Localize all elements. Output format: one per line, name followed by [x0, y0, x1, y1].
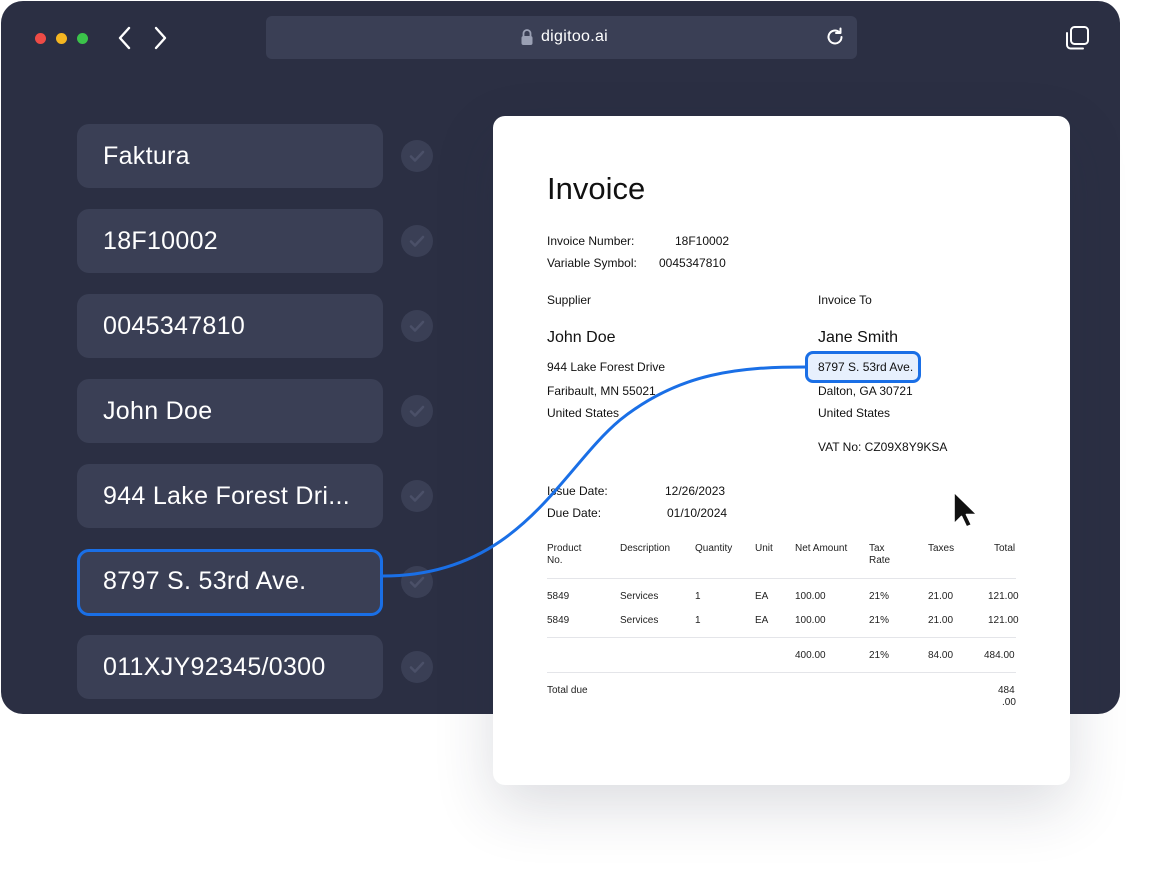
summary-tax-rate: 21% [869, 650, 890, 661]
checkmark-icon[interactable] [401, 651, 433, 683]
summary-taxes: 84.00 [928, 650, 954, 661]
reload-icon[interactable] [824, 26, 846, 48]
customer-name: Jane Smith [818, 329, 899, 346]
invoice-to-label: Invoice To [818, 293, 872, 307]
checkmark-icon[interactable] [401, 566, 433, 598]
cell-description: Services [620, 615, 659, 626]
due-date-label: Due Date: [547, 506, 602, 520]
column-header: Quantity [695, 543, 733, 554]
extracted-field-account-number[interactable]: 011XJY92345/0300 [77, 635, 383, 699]
checkmark-icon[interactable] [401, 310, 433, 342]
invoice-number-value: 18F10002 [675, 234, 730, 248]
supplier-name: John Doe [547, 329, 616, 346]
supplier-address-line2: Faribault, MN 55021 [547, 384, 656, 398]
variable-symbol-label: Variable Symbol: [547, 256, 637, 270]
cell-quantity: 1 [695, 591, 701, 602]
supplier-country: United States [547, 406, 620, 420]
total-due-value: 484 [998, 685, 1015, 696]
supplier-address-line1: 944 Lake Forest Drive [547, 360, 666, 374]
customer-vat: VAT No: CZ09X8Y9KSA [818, 440, 948, 454]
forward-chevron-icon[interactable] [148, 25, 172, 51]
url-text: digitoo.ai [540, 28, 609, 45]
cell-product: 5849 [547, 615, 570, 626]
issue-date-value: 12/26/2023 [665, 484, 726, 498]
maximize-window-button[interactable] [77, 33, 88, 44]
customer-address-line1: 8797 S. 53rd Ave. [818, 360, 914, 374]
total-due-label: Total due [547, 685, 588, 696]
extracted-field-supplier-name[interactable]: John Doe [77, 379, 383, 443]
extracted-field-invoice-number[interactable]: 18F10002 [77, 209, 383, 273]
close-window-button[interactable] [35, 33, 46, 44]
summary-net: 400.00 [795, 650, 826, 661]
total-due-value-cents: .00 [1002, 697, 1016, 708]
cell-tax-rate: 21% [869, 615, 890, 626]
column-header: Taxes [928, 543, 955, 554]
customer-country: United States [818, 406, 891, 420]
checkmark-icon[interactable] [401, 395, 433, 427]
cell-total: 121.00 [988, 615, 1019, 626]
invoice-number-label: Invoice Number: [547, 234, 635, 248]
address-bar[interactable]: digitoo.ai [266, 16, 857, 59]
table-divider [547, 578, 1016, 579]
cell-unit: EA [755, 591, 769, 602]
issue-date-label: Issue Date: [547, 484, 608, 498]
customer-address-line2: Dalton, GA 30721 [818, 384, 913, 398]
column-header: Total [994, 543, 1016, 554]
cell-net: 100.00 [795, 615, 826, 626]
due-date-value: 01/10/2024 [667, 506, 728, 520]
cell-net: 100.00 [795, 591, 826, 602]
extracted-field-variable-symbol[interactable]: 0045347810 [77, 294, 383, 358]
summary-total: 484.00 [984, 650, 1015, 661]
cell-unit: EA [755, 615, 769, 626]
back-chevron-icon[interactable] [113, 25, 137, 51]
supplier-label: Supplier [547, 293, 592, 307]
column-header: Net Amount [795, 543, 848, 554]
column-header: Tax Rate [869, 543, 891, 566]
extracted-field-supplier-address[interactable]: 944 Lake Forest Dri... [77, 464, 383, 528]
cell-taxes: 21.00 [928, 615, 954, 626]
column-header: Unit [755, 543, 773, 554]
column-header: Description [620, 543, 671, 554]
invoice-title: Invoice [547, 171, 646, 206]
checkmark-icon[interactable] [401, 480, 433, 512]
cell-product: 5849 [547, 591, 570, 602]
table-divider [547, 637, 1016, 638]
cell-total: 121.00 [988, 591, 1019, 602]
variable-symbol-value: 0045347810 [659, 256, 726, 270]
extracted-field-customer-address[interactable]: 8797 S. 53rd Ave. [77, 549, 383, 616]
checkmark-icon[interactable] [401, 140, 433, 172]
column-header: Product No. [547, 543, 582, 566]
cell-quantity: 1 [695, 615, 701, 626]
table-divider [547, 672, 1016, 673]
invoice-document: Invoice Invoice Number: 18F10002 Variabl… [493, 116, 1070, 785]
cell-taxes: 21.00 [928, 591, 954, 602]
cell-description: Services [620, 591, 659, 602]
extracted-field-document-type[interactable]: Faktura [77, 124, 383, 188]
mouse-pointer-icon [952, 490, 982, 530]
cell-tax-rate: 21% [869, 591, 890, 602]
tabs-overview-icon[interactable] [1064, 25, 1090, 51]
checkmark-icon[interactable] [401, 225, 433, 257]
minimize-window-button[interactable] [56, 33, 67, 44]
